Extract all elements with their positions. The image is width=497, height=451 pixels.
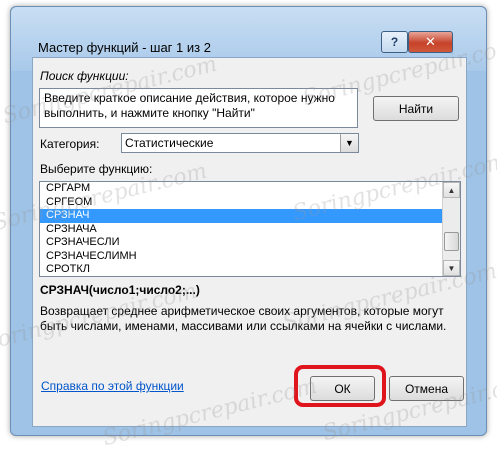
function-item-srznach[interactable]: СРЗНАЧ <box>40 209 460 223</box>
function-item-srznacheslimn[interactable]: СРЗНАЧЕСЛИМН <box>40 250 460 264</box>
function-item-srgarm[interactable]: СРГАРМ <box>40 182 460 196</box>
function-signature: СРЗНАЧ(число1;число2;...) <box>40 283 200 297</box>
function-item-srotkl[interactable]: СРОТКЛ <box>40 263 460 276</box>
category-select[interactable]: Статистические ▼ <box>121 133 359 153</box>
dialog-title: Мастер функций - шаг 1 из 2 <box>38 40 211 55</box>
function-item-srznachesli[interactable]: СРЗНАЧЕСЛИ <box>40 236 460 250</box>
function-wizard-dialog: Мастер функций - шаг 1 из 2 ? ✕ Поиск фу… <box>10 6 487 436</box>
search-input[interactable]: Введите краткое описание действия, котор… <box>39 88 358 128</box>
function-list-scrollbar[interactable]: ▲ ▼ <box>442 182 460 276</box>
close-button[interactable]: ✕ <box>408 31 453 53</box>
function-help-link[interactable]: Справка по этой функции <box>41 379 184 393</box>
function-list[interactable]: СРГАРМ СРГЕОМ СРЗНАЧ СРЗНАЧА СРЗНАЧЕСЛИ … <box>39 181 461 277</box>
help-button[interactable]: ? <box>381 31 408 53</box>
function-list-label: Выберите функцию: <box>40 162 153 176</box>
scroll-down-icon[interactable]: ▼ <box>443 260 460 276</box>
category-value: Статистические <box>125 136 214 150</box>
scroll-up-icon[interactable]: ▲ <box>443 182 460 198</box>
search-label: Поиск функции: <box>40 69 129 83</box>
function-item-srgeom[interactable]: СРГЕОМ <box>40 196 460 210</box>
dialog-body: Поиск функции: Введите краткое описание … <box>32 57 467 427</box>
find-button[interactable]: Найти <box>373 96 459 121</box>
scroll-thumb[interactable] <box>444 232 459 251</box>
ok-button[interactable]: ОК <box>310 376 375 401</box>
function-description: Возвращает среднее арифметическое своих … <box>40 304 447 333</box>
cancel-button[interactable]: Отмена <box>389 376 464 401</box>
category-label: Категория: <box>40 137 100 151</box>
chevron-down-icon[interactable]: ▼ <box>340 134 358 152</box>
function-item-srznacha[interactable]: СРЗНАЧА <box>40 223 460 237</box>
